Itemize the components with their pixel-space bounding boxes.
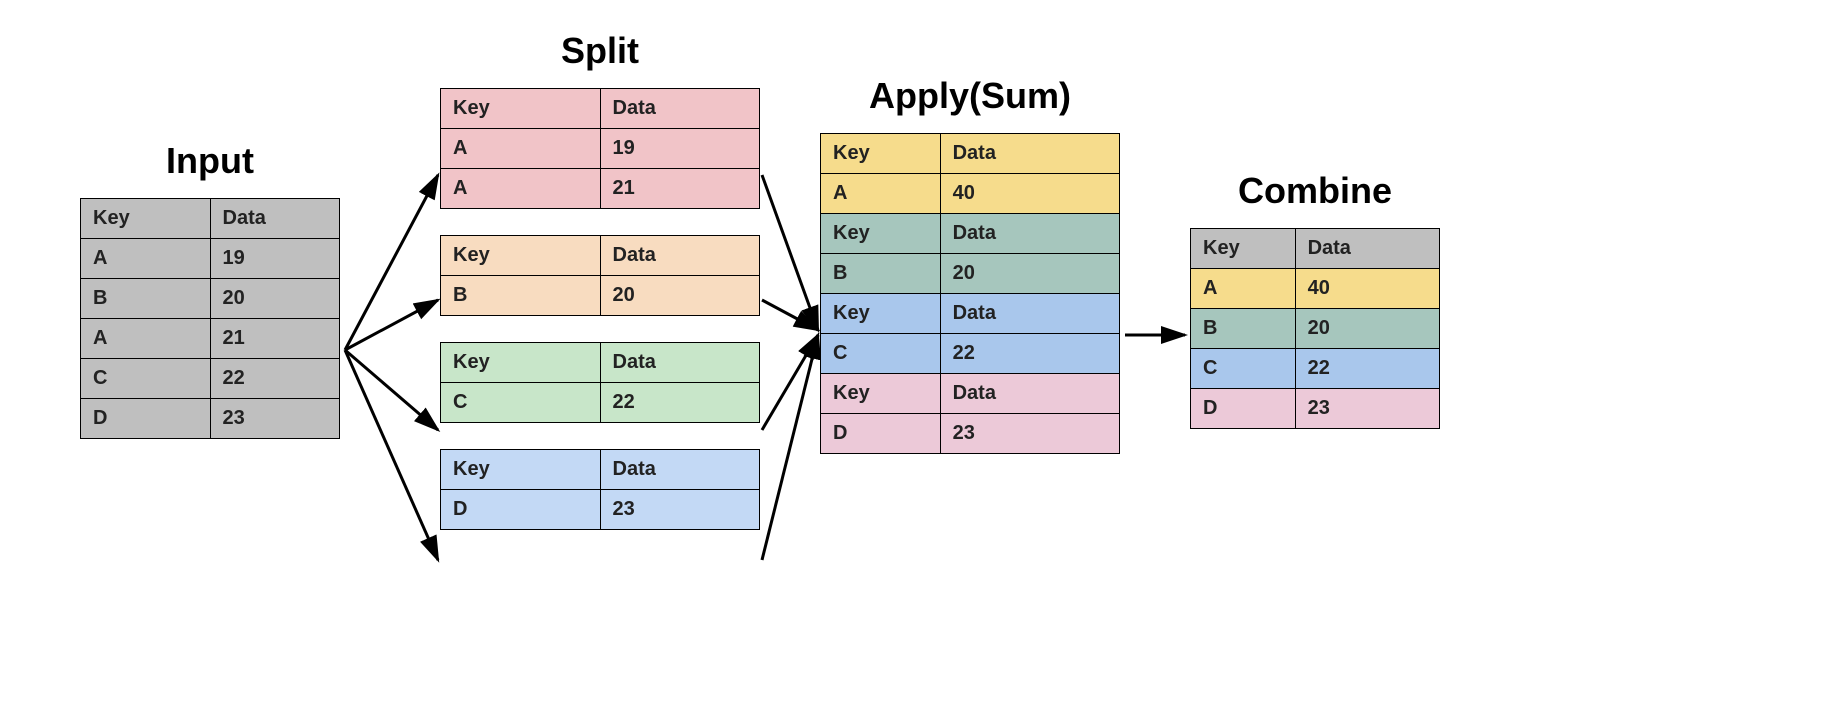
combine-cell: 22 <box>1295 349 1439 389</box>
col-data: Data <box>1295 229 1439 269</box>
col-data: Data <box>940 374 1119 414</box>
split-table-c: KeyData C22 <box>440 342 760 423</box>
arrow-icon <box>345 300 438 350</box>
apply-table: KeyData A40 KeyData B20 KeyData C22 KeyD… <box>820 133 1120 454</box>
combine-cell: A <box>1191 269 1296 309</box>
arrow-icon <box>345 350 438 430</box>
arrow-icon <box>762 335 818 560</box>
input-cell: D <box>81 399 211 439</box>
apply-cell: 40 <box>940 174 1119 214</box>
combine-cell: 20 <box>1295 309 1439 349</box>
input-cell: C <box>81 359 211 399</box>
arrow-icon <box>762 175 818 330</box>
col-data: Data <box>600 343 760 383</box>
col-data: Data <box>600 89 760 129</box>
apply-cell: B <box>821 254 941 294</box>
combine-cell: C <box>1191 349 1296 389</box>
split-cell: A <box>441 129 601 169</box>
split-cell: D <box>441 490 601 530</box>
input-table: Key Data A19 B20 A21 C22 D23 <box>80 198 340 439</box>
arrow-icon <box>345 175 438 350</box>
col-key: Key <box>821 294 941 334</box>
col-key: Key <box>441 89 601 129</box>
split-cell: 19 <box>600 129 760 169</box>
combine-stage: Combine KeyData A40 B20 C22 D23 <box>1190 170 1440 429</box>
arrow-icon <box>762 300 818 330</box>
input-cell: A <box>81 319 211 359</box>
apply-cell: 20 <box>940 254 1119 294</box>
input-cell: A <box>81 239 211 279</box>
col-key: Key <box>821 214 941 254</box>
split-stage: Split KeyData A19 A21 KeyData B20 KeyDat… <box>440 30 760 530</box>
input-cell: 23 <box>210 399 340 439</box>
combine-cell: 40 <box>1295 269 1439 309</box>
combine-cell: 23 <box>1295 389 1439 429</box>
apply-cell: D <box>821 414 941 454</box>
col-data: Data <box>940 214 1119 254</box>
col-data: Data <box>600 236 760 276</box>
split-cell: B <box>441 276 601 316</box>
split-cell: 20 <box>600 276 760 316</box>
input-cell: B <box>81 279 211 319</box>
apply-cell: 22 <box>940 334 1119 374</box>
col-key: Key <box>441 236 601 276</box>
split-cell: A <box>441 169 601 209</box>
split-table-b: KeyData B20 <box>440 235 760 316</box>
col-data: Data <box>940 294 1119 334</box>
split-table-a: KeyData A19 A21 <box>440 88 760 209</box>
col-key: Key <box>441 343 601 383</box>
col-key: Key <box>1191 229 1296 269</box>
input-stage: Input Key Data A19 B20 A21 C22 D23 <box>80 140 340 439</box>
combine-table: KeyData A40 B20 C22 D23 <box>1190 228 1440 429</box>
input-heading: Input <box>80 140 340 182</box>
col-key: Key <box>441 450 601 490</box>
combine-cell: B <box>1191 309 1296 349</box>
col-key: Key <box>821 374 941 414</box>
input-cell: 22 <box>210 359 340 399</box>
col-data: Data <box>940 134 1119 174</box>
input-cell: 21 <box>210 319 340 359</box>
col-data: Data <box>210 199 340 239</box>
apply-heading: Apply(Sum) <box>820 75 1120 117</box>
arrow-icon <box>762 335 818 430</box>
combine-cell: D <box>1191 389 1296 429</box>
combine-heading: Combine <box>1190 170 1440 212</box>
split-table-d: KeyData D23 <box>440 449 760 530</box>
split-cell: 22 <box>600 383 760 423</box>
apply-cell: C <box>821 334 941 374</box>
apply-stage: Apply(Sum) KeyData A40 KeyData B20 KeyDa… <box>820 75 1120 454</box>
input-cell: 19 <box>210 239 340 279</box>
arrow-icon <box>345 350 438 560</box>
input-cell: 20 <box>210 279 340 319</box>
split-cell: 21 <box>600 169 760 209</box>
col-key: Key <box>81 199 211 239</box>
split-cell: C <box>441 383 601 423</box>
split-cell: 23 <box>600 490 760 530</box>
apply-cell: A <box>821 174 941 214</box>
split-heading: Split <box>440 30 760 72</box>
col-key: Key <box>821 134 941 174</box>
apply-cell: 23 <box>940 414 1119 454</box>
col-data: Data <box>600 450 760 490</box>
